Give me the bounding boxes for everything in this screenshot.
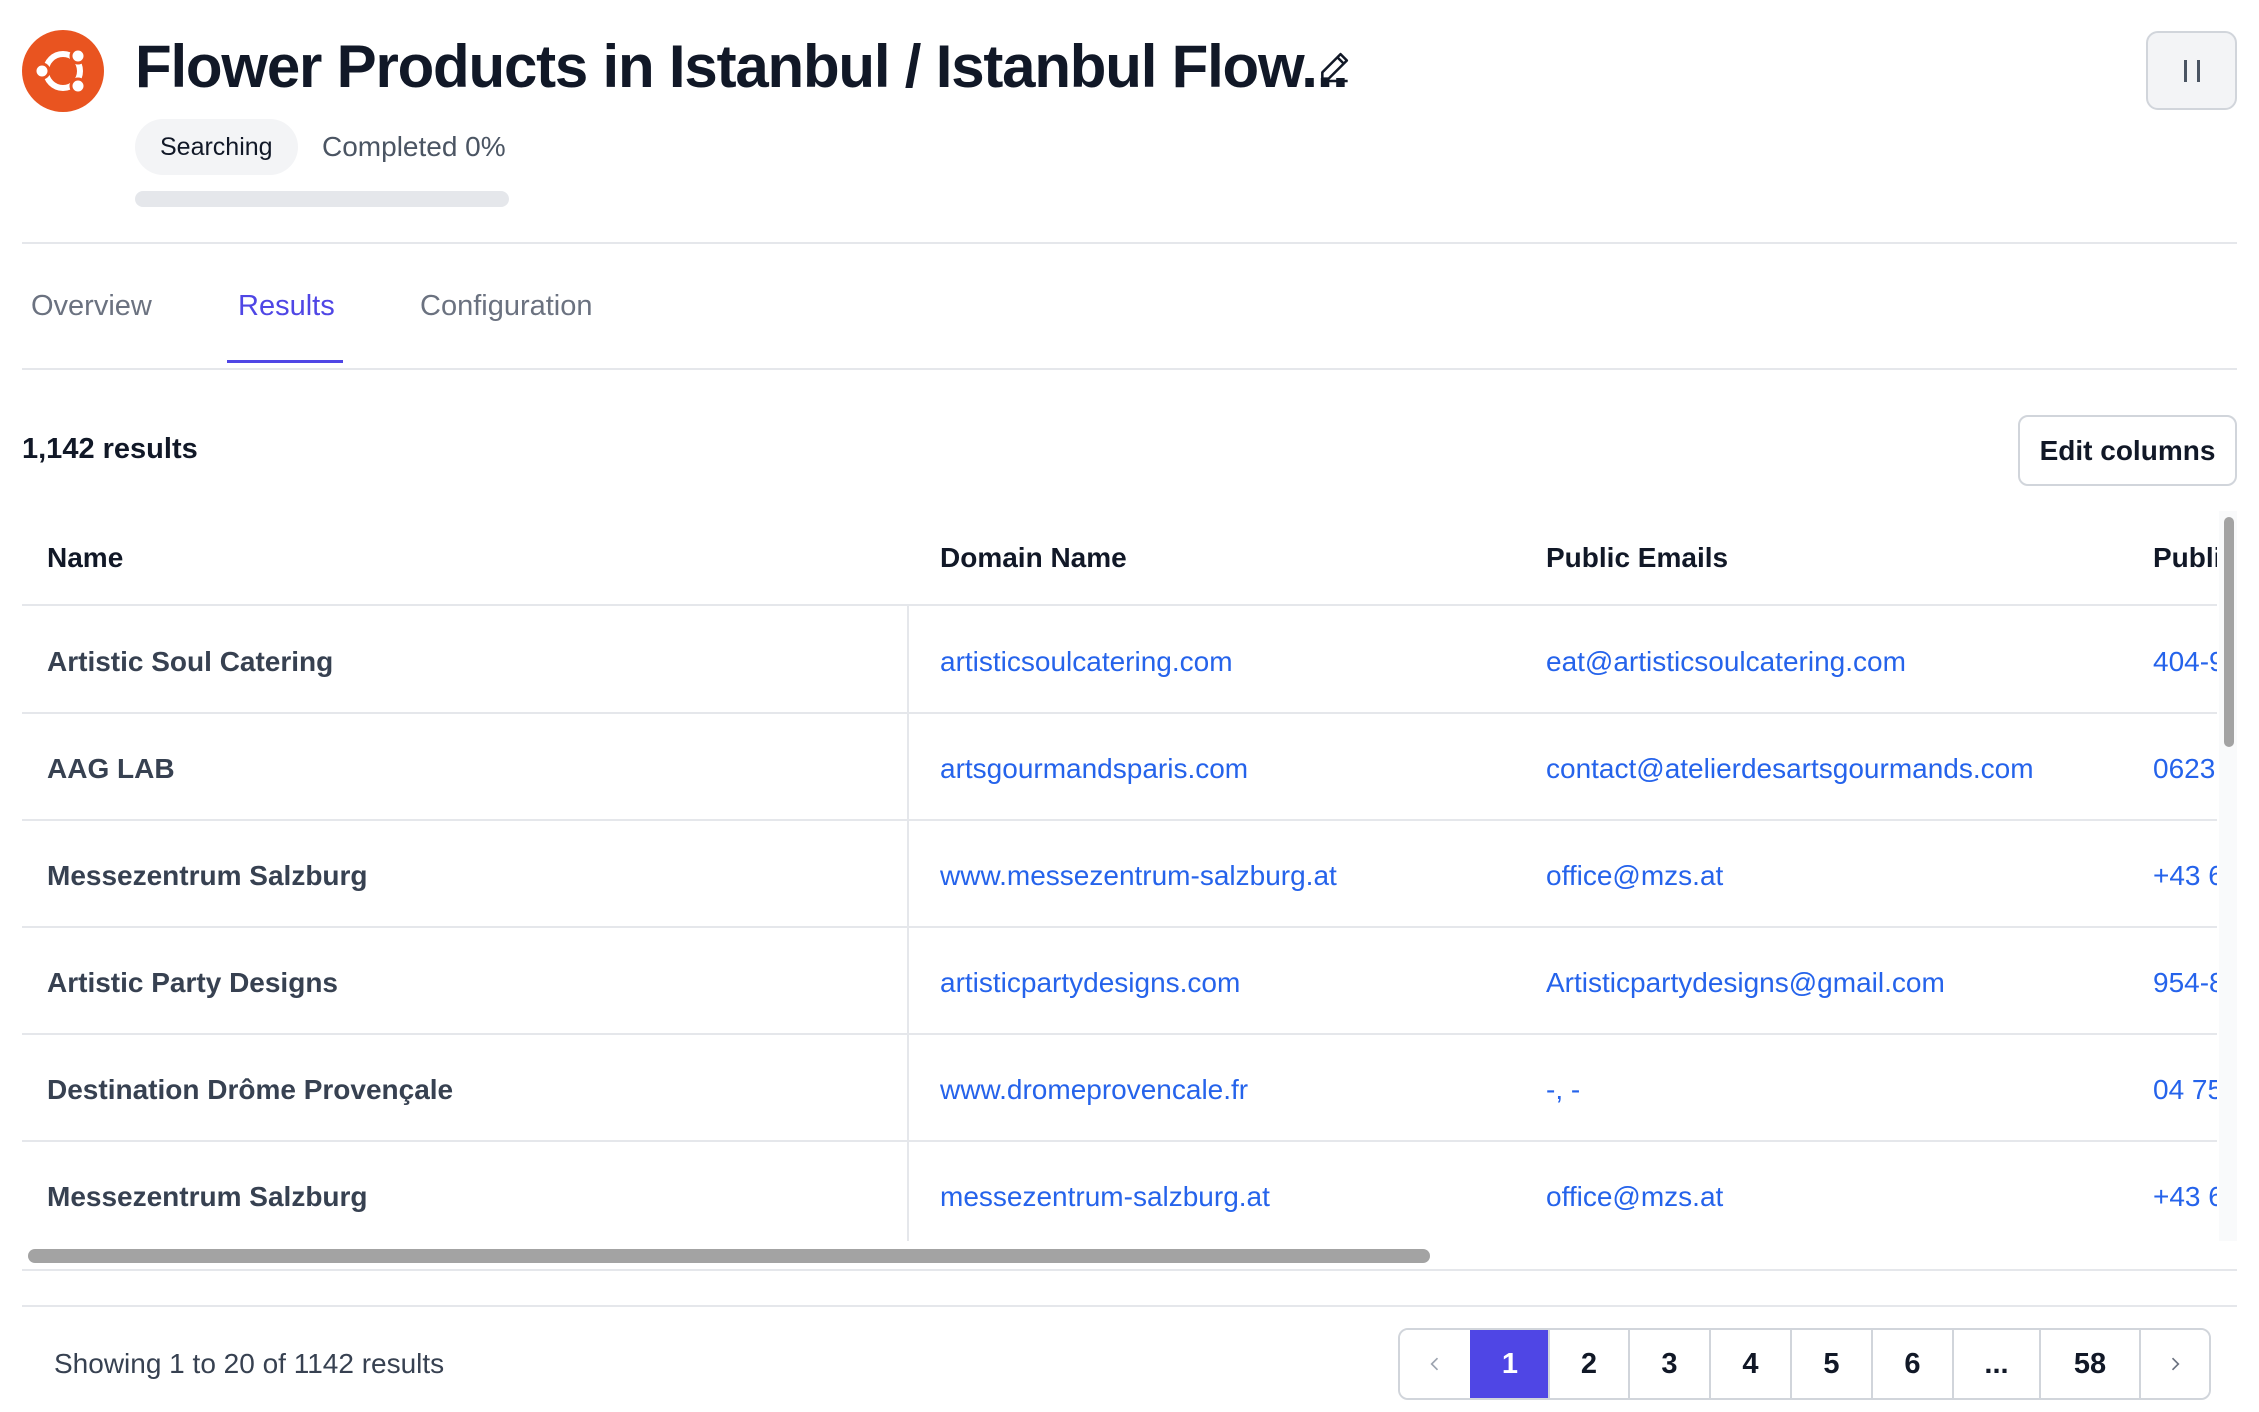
page-button-2[interactable]: 2 (1548, 1330, 1628, 1398)
page-button-1[interactable]: 1 (1470, 1330, 1548, 1398)
tab-results[interactable]: Results (238, 290, 335, 323)
page-title: Flower Products in Istanbul / Istanbul F… (135, 33, 1349, 100)
results-count: 1,142 results (22, 433, 198, 465)
column-divider (907, 606, 909, 1241)
pause-icon (2183, 59, 2187, 82)
page-button-3[interactable]: 3 (1628, 1330, 1709, 1398)
vertical-scrollbar[interactable] (2224, 517, 2234, 747)
column-header-emails[interactable]: Public Emails (1546, 542, 1728, 574)
results-table[interactable]: Name Domain Name Public Emails Publi Art… (22, 511, 2237, 1271)
cell-phone-link[interactable]: 0623 (2153, 753, 2215, 785)
cell-email-link[interactable]: Artisticpartydesigns@gmail.com (1546, 967, 1945, 999)
table-row[interactable]: AAG LAB artsgourmandsparis.com contact@a… (22, 715, 2217, 821)
tabs-divider (22, 368, 2237, 370)
header-divider (22, 242, 2237, 244)
prev-page-button[interactable] (1400, 1330, 1470, 1398)
cell-email-link[interactable]: eat@artisticsoulcatering.com (1546, 646, 1906, 678)
table-row[interactable]: Destination Drôme Provençale www.dromepr… (22, 1036, 2217, 1142)
column-header-phone[interactable]: Publi (2153, 542, 2217, 574)
edit-title-button[interactable] (1315, 46, 1355, 86)
cell-domain-link[interactable]: artisticsoulcatering.com (940, 646, 1233, 678)
table-row[interactable]: Artistic Party Designs artisticpartydesi… (22, 929, 2217, 1035)
cell-name: Destination Drôme Provençale (47, 1074, 454, 1105)
active-tab-indicator (227, 360, 343, 363)
cell-email-link[interactable]: -, - (1546, 1074, 1580, 1106)
column-header-name[interactable]: Name (47, 542, 123, 574)
pagination: 1 2 3 4 5 6 ... 58 (1398, 1328, 2211, 1400)
page-button-5[interactable]: 5 (1790, 1330, 1871, 1398)
completion-text: Completed 0% (322, 131, 506, 162)
chevron-left-icon (1430, 1357, 1439, 1371)
table-row[interactable]: Messezentrum Salzburg messezentrum-salzb… (22, 1143, 2217, 1241)
page-button-4[interactable]: 4 (1709, 1330, 1790, 1398)
column-header-domain[interactable]: Domain Name (940, 542, 1127, 574)
page-button-58[interactable]: 58 (2039, 1330, 2139, 1398)
cell-domain-link[interactable]: artsgourmandsparis.com (940, 753, 1248, 785)
cell-domain-link[interactable]: www.messezentrum-salzburg.at (940, 860, 1337, 892)
table-viewport: Name Domain Name Public Emails Publi Art… (22, 511, 2217, 1241)
pencil-icon (1321, 52, 1349, 83)
ubuntu-logo-icon (22, 30, 104, 112)
cell-phone-link[interactable]: 404-9 (2153, 646, 2217, 678)
cell-name: Artistic Soul Catering (47, 646, 334, 677)
cell-phone-link[interactable]: +43 6 (2153, 860, 2217, 892)
table-header: Name Domain Name Public Emails Publi (22, 511, 2217, 606)
pause-button[interactable] (2146, 31, 2237, 110)
horizontal-scrollbar[interactable] (28, 1249, 1430, 1263)
cell-domain-link[interactable]: www.dromeprovencale.fr (940, 1074, 1248, 1106)
cell-email-link[interactable]: office@mzs.at (1546, 860, 1723, 892)
tab-overview[interactable]: Overview (31, 290, 152, 323)
cell-phone-link[interactable]: 04 75 (2153, 1074, 2217, 1106)
table-row[interactable]: Messezentrum Salzburg www.messezentrum-s… (22, 822, 2217, 928)
page: Flower Products in Istanbul / Istanbul F… (0, 0, 2259, 1412)
cell-name: Artistic Party Designs (47, 967, 338, 998)
next-page-button[interactable] (2139, 1330, 2209, 1398)
cell-phone-link[interactable]: +43 6 (2153, 1181, 2217, 1213)
page-button-6[interactable]: 6 (1871, 1330, 1952, 1398)
cell-email-link[interactable]: contact@atelierdesartsgourmands.com (1546, 753, 2034, 785)
cell-name: Messezentrum Salzburg (47, 1181, 368, 1212)
tab-configuration[interactable]: Configuration (420, 290, 593, 323)
page-ellipsis: ... (1952, 1330, 2039, 1398)
pagination-summary: Showing 1 to 20 of 1142 results (54, 1348, 445, 1379)
cell-domain-link[interactable]: messezentrum-salzburg.at (940, 1181, 1270, 1213)
chevron-right-icon (2171, 1357, 2180, 1371)
footer-divider (22, 1305, 2237, 1307)
cell-name: AAG LAB (47, 753, 175, 784)
cell-email-link[interactable]: office@mzs.at (1546, 1181, 1723, 1213)
edit-columns-button[interactable]: Edit columns (2018, 415, 2237, 486)
cell-domain-link[interactable]: artisticpartydesigns.com (940, 967, 1240, 999)
progress-bar (135, 191, 509, 207)
cell-name: Messezentrum Salzburg (47, 860, 368, 891)
table-row[interactable]: Artistic Soul Catering artisticsoulcater… (22, 608, 2217, 714)
status-badge: Searching (135, 119, 298, 175)
cell-phone-link[interactable]: 954-8 (2153, 967, 2217, 999)
